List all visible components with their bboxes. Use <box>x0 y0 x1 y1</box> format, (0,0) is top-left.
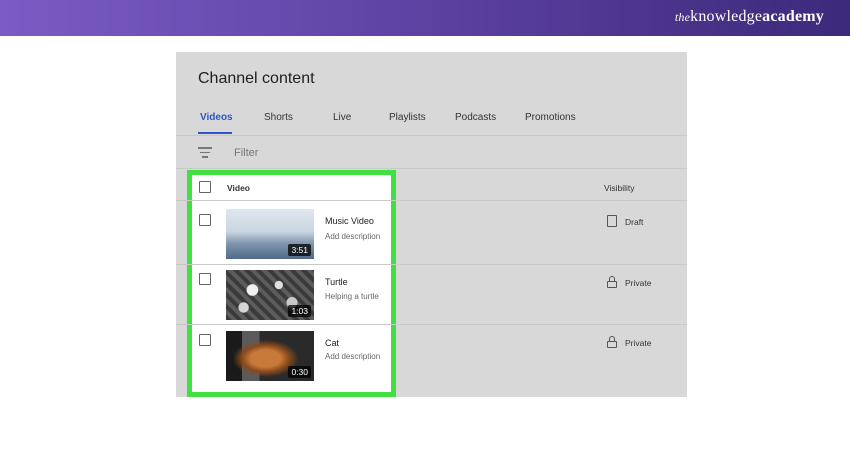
header-divider <box>176 200 687 201</box>
row-checkbox[interactable] <box>199 214 211 226</box>
draft-icon <box>607 215 617 227</box>
video-thumbnail[interactable]: 0:30 <box>226 331 314 381</box>
visibility-status[interactable]: Draft <box>625 217 643 227</box>
video-title[interactable]: Turtle <box>325 277 348 287</box>
video-title[interactable]: Cat <box>325 338 339 348</box>
column-header-visibility: Visibility <box>604 183 635 193</box>
active-tab-indicator <box>198 132 232 134</box>
video-description[interactable]: Add description <box>325 232 380 241</box>
page-title: Channel content <box>198 70 315 87</box>
row-checkbox[interactable] <box>199 273 211 285</box>
tab-podcasts[interactable]: Podcasts <box>455 112 496 123</box>
tab-live[interactable]: Live <box>333 112 351 123</box>
visibility-status[interactable]: Private <box>625 278 651 288</box>
select-all-checkbox[interactable] <box>199 181 211 193</box>
brand-header-bar: theknowledgeacademy <box>0 0 850 36</box>
filter-input[interactable]: Filter <box>234 147 258 159</box>
video-duration: 0:30 <box>288 366 311 378</box>
tabs-divider <box>176 135 687 136</box>
tab-playlists[interactable]: Playlists <box>389 112 426 123</box>
video-description[interactable]: Helping a turtle <box>325 292 379 301</box>
video-title[interactable]: Music Video <box>325 216 374 226</box>
brand-logo: theknowledgeacademy <box>674 8 824 25</box>
filter-icon[interactable] <box>198 147 212 159</box>
video-description[interactable]: Add description <box>325 352 380 361</box>
video-thumbnail[interactable]: 3:51 <box>226 209 314 259</box>
column-header-video: Video <box>227 183 250 193</box>
row-divider <box>176 264 687 265</box>
row-divider <box>176 324 687 325</box>
lock-icon <box>607 276 617 288</box>
video-thumbnail[interactable]: 1:03 <box>226 270 314 320</box>
channel-content-screenshot: Channel content Videos Shorts Live Playl… <box>176 52 687 397</box>
row-checkbox[interactable] <box>199 334 211 346</box>
video-duration: 1:03 <box>288 305 311 317</box>
tab-promotions[interactable]: Promotions <box>525 112 576 123</box>
tab-videos[interactable]: Videos <box>200 112 233 123</box>
visibility-status[interactable]: Private <box>625 338 651 348</box>
tab-shorts[interactable]: Shorts <box>264 112 293 123</box>
filter-divider <box>176 168 687 169</box>
video-duration: 3:51 <box>288 244 311 256</box>
lock-icon <box>607 336 617 348</box>
